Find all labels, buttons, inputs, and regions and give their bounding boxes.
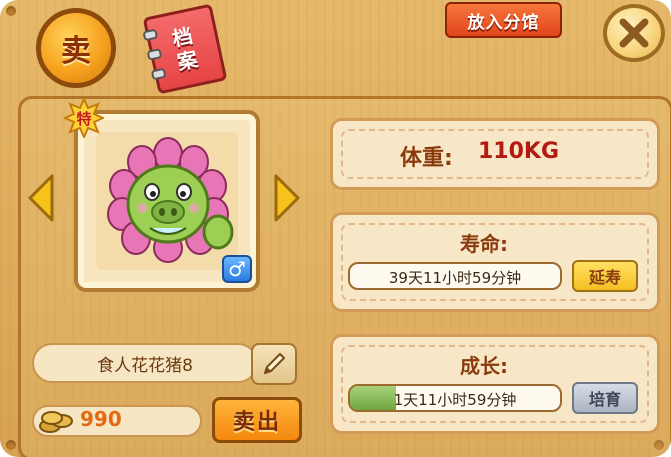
pet-image: [107, 137, 234, 263]
close-button[interactable]: [603, 4, 665, 62]
pet-detail-panel: 卖 档 案 放入分馆 特 ♂ 食人花花猪8 990 卖出 体重: 110KG 寿…: [0, 0, 671, 457]
notebook-ring: [142, 28, 159, 42]
arrow-right-icon[interactable]: [272, 172, 302, 224]
pet-name-field: 食人花花猪8: [32, 343, 258, 383]
lifespan-bar: 39天11小时59分钟: [348, 262, 562, 290]
weight-label: 体重:: [400, 146, 453, 171]
growth-bar: 1天11小时59分钟: [348, 384, 562, 412]
lifespan-title: 寿命:: [460, 232, 508, 256]
rivet: [6, 6, 16, 16]
notebook-ring: [146, 48, 163, 61]
arrow-left-icon[interactable]: [26, 172, 56, 224]
close-icon: [619, 18, 649, 48]
notebook-ring: [150, 67, 167, 81]
lifespan-remaining: 39天11小时59分钟: [388, 269, 522, 287]
breed-button[interactable]: 培育: [572, 382, 638, 414]
sell-button[interactable]: 卖出: [212, 397, 302, 443]
rivet: [6, 440, 16, 450]
edit-name-button[interactable]: [251, 343, 297, 385]
pencil-icon: [264, 353, 285, 374]
weight-value: 110KG: [478, 139, 560, 164]
growth-title: 成长:: [460, 354, 508, 378]
tab-archive-label-2: 案: [175, 46, 200, 75]
place-into-branch-button[interactable]: 放入分馆: [445, 2, 562, 38]
tab-sell[interactable]: 卖: [36, 8, 116, 88]
tab-sell-label: 卖: [61, 34, 91, 69]
coin-stack-icon: [39, 411, 73, 433]
tab-archive[interactable]: 档 案: [142, 3, 228, 95]
growth-remaining: 1天11小时59分钟: [393, 391, 517, 409]
coin-value: 990: [80, 407, 122, 431]
special-badge-label: 特: [76, 109, 92, 128]
extend-lifespan-button[interactable]: 延寿: [572, 260, 638, 292]
male-gender-icon: ♂: [222, 255, 252, 283]
